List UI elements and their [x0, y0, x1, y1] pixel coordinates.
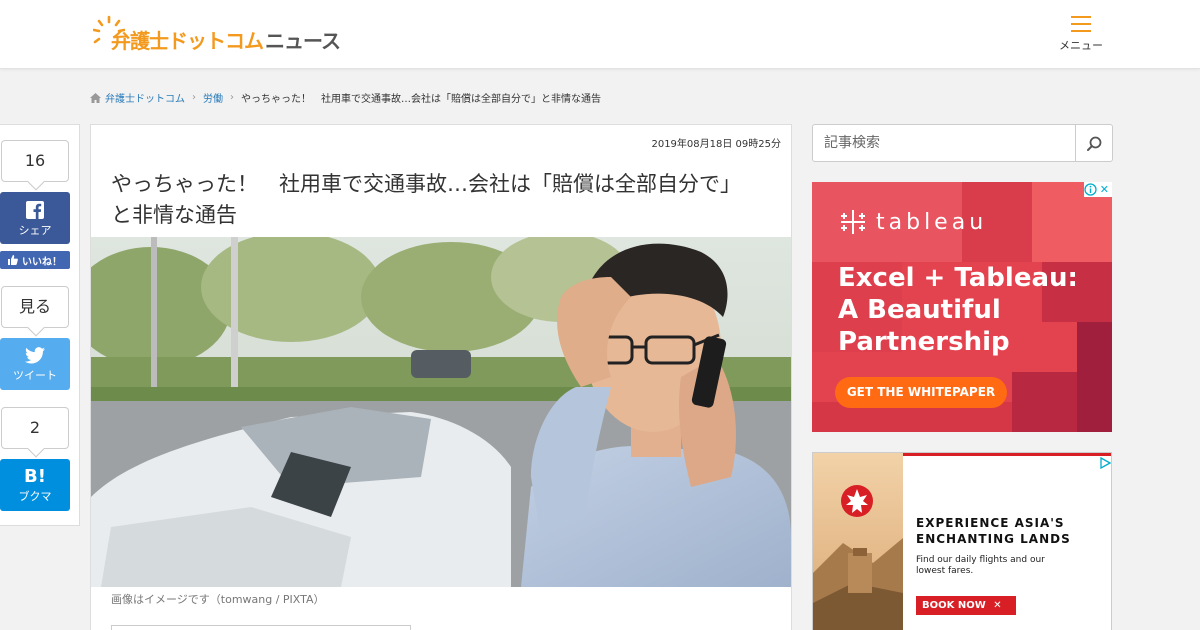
- adchoices-play-icon: [1100, 456, 1111, 469]
- article-search: [812, 124, 1113, 162]
- ad-headline-line: EXPERIENCE ASIA'S: [916, 516, 1065, 530]
- headline-line: Partnership: [838, 327, 1010, 357]
- tableau-headline: Excel + Tableau: A Beautiful Partnership: [838, 262, 1088, 358]
- article-card: 2019年08月18日 09時25分 やっちゃった！ 社用車で交通事故…会社は「…: [90, 124, 792, 630]
- tableau-logo: tableau: [838, 207, 987, 237]
- facebook-share-label: シェア: [18, 224, 52, 237]
- facebook-like-button[interactable]: いいね！: [0, 251, 70, 269]
- ad-headline-line: ENCHANTING LANDS: [916, 532, 1071, 546]
- article-photo: [91, 237, 791, 587]
- hatena-bookmark-label: ブクマ: [18, 490, 52, 503]
- search-input[interactable]: [813, 125, 1075, 161]
- breadcrumb-separator: ›: [192, 92, 196, 103]
- air-canada-ad[interactable]: EXPERIENCE ASIA'S ENCHANTING LANDS Find …: [812, 452, 1112, 630]
- logo-text-news: ニュース: [265, 28, 341, 53]
- ad-headline: EXPERIENCE ASIA'S ENCHANTING LANDS: [916, 515, 1071, 547]
- thumbs-up-icon: [8, 255, 18, 265]
- article-title: やっちゃった！ 社用車で交通事故…会社は「賠償は全部自分で」と非情な通告: [111, 172, 741, 227]
- book-now-button[interactable]: BOOK NOW ✕: [916, 596, 1016, 615]
- twitter-share-label: ツイート: [13, 369, 57, 382]
- whitepaper-button[interactable]: GET THE WHITEPAPER: [835, 377, 1007, 408]
- headline-line: A Beautiful: [838, 295, 1001, 325]
- headline-line: Excel + Tableau:: [838, 263, 1078, 293]
- twitter-icon: [25, 347, 45, 364]
- ad-subtext-line: Find our daily flights and our: [916, 555, 1045, 565]
- arrow-icon: ✕: [993, 600, 1002, 611]
- ad-subtext-line: lowest fares.: [916, 566, 974, 576]
- site-header: 弁護士ドットコム ニュース メニュー: [0, 0, 1200, 69]
- hamburger-icon: [1071, 16, 1091, 32]
- facebook-share-button[interactable]: シェア: [0, 192, 70, 244]
- breadcrumb-separator: ›: [230, 92, 234, 103]
- logo-sun-icon: [92, 15, 126, 55]
- search-icon: [1086, 136, 1101, 151]
- facebook-icon: [26, 201, 44, 219]
- breadcrumb-home-link[interactable]: 弁護士ドットコム: [105, 90, 185, 105]
- tableau-logo-icon: [841, 210, 865, 234]
- hatena-bookmark-button[interactable]: B! ブクマ: [0, 459, 70, 511]
- photo-caption: 画像はイメージです（tomwang / PIXTA）: [111, 593, 325, 606]
- menu-label: メニュー: [1059, 39, 1103, 52]
- facebook-share-count: 16: [1, 140, 69, 182]
- facebook-like-label: いいね！: [22, 256, 62, 268]
- menu-button[interactable]: メニュー: [1058, 16, 1104, 58]
- adchoices-badge[interactable]: [1099, 455, 1111, 470]
- adchoices-badge[interactable]: ✕: [1083, 182, 1112, 197]
- share-sidebar: 16 シェア いいね！ 見る ツイート 2 B! ブクマ: [0, 124, 80, 526]
- twitter-share-button[interactable]: ツイート: [0, 338, 70, 390]
- embedded-widget: [111, 625, 411, 630]
- book-now-label: BOOK NOW: [922, 600, 986, 611]
- great-wall-photo: [813, 453, 903, 630]
- breadcrumb: 弁護士ドットコム › 労働 › やっちゃった！ 社用車で交通事故…会社は「賠償は…: [90, 90, 601, 105]
- twitter-view-link[interactable]: 見る: [1, 286, 69, 328]
- tableau-wordmark: tableau: [876, 209, 988, 235]
- tableau-ad[interactable]: ✕ tableau Excel + Tableau: A Beautiful P…: [812, 182, 1112, 432]
- breadcrumb-category-link[interactable]: 労働: [203, 90, 223, 105]
- search-button[interactable]: [1075, 125, 1112, 161]
- article-date: 2019年08月18日 09時25分: [651, 139, 781, 150]
- ad-subtext: Find our daily flights and our lowest fa…: [916, 555, 1045, 577]
- ad-close-icon[interactable]: ✕: [1097, 183, 1112, 196]
- breadcrumb-current: やっちゃった！ 社用車で交通事故…会社は「賠償は全部自分で」と非情な通告: [241, 94, 601, 105]
- hatena-icon: B!: [24, 466, 46, 487]
- logo-text-brand: 弁護士ドットコム: [111, 28, 264, 53]
- adchoices-icon: [1084, 183, 1097, 196]
- home-icon: [90, 92, 101, 103]
- hatena-bookmark-count: 2: [1, 407, 69, 449]
- site-logo[interactable]: 弁護士ドットコム ニュース: [92, 14, 341, 56]
